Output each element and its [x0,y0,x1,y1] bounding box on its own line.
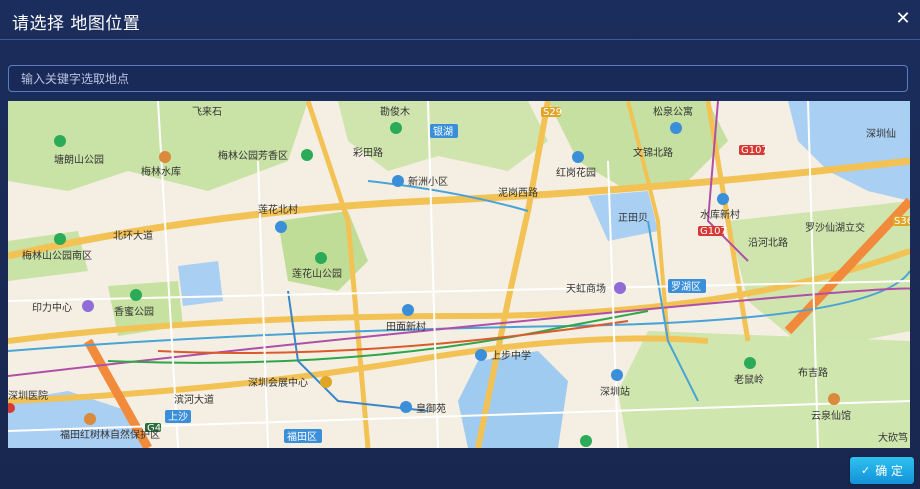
park-icon[interactable] [54,135,66,147]
park-icon[interactable] [315,252,327,264]
map-label: 深圳医院 [8,389,48,402]
map-label: 松泉公寓 [653,105,693,118]
check-icon: ✓ [860,464,871,477]
residence-icon[interactable] [392,175,404,187]
close-icon[interactable]: ✕ [894,10,912,28]
map-label: 泥岗西路 [498,186,538,199]
map-label: G107 [741,145,768,156]
map-label: 罗湖区 [671,281,701,293]
map-label: 北环大道 [113,229,153,242]
shopping-icon[interactable] [614,282,626,294]
map-label: 香蜜公园 [114,305,154,318]
map-label: 飞来石 [192,106,222,118]
dialog-footer [0,448,920,489]
map-label: 田面新村 [386,320,426,333]
map-label: 梅林水库 [141,165,181,178]
residence-icon[interactable] [400,401,412,413]
map-label: 滨河大道 [174,393,214,406]
residence-icon[interactable] [572,151,584,163]
park-icon[interactable] [54,233,66,245]
water-area [178,261,223,306]
map-label: 红岗花园 [556,166,596,179]
map-label: 莲花山公园 [292,267,342,280]
map-label: 水库新村 [700,208,740,221]
map-label: 梅林山公园南区 [22,249,92,262]
map-label: 彩田路 [353,146,383,159]
map-canvas[interactable]: 飞来石 勘俊木 银湖 S29 松泉公寓 深圳仙 塘朗山公园 梅林公园芳香区 彩田… [8,101,910,448]
map-label: 云泉仙馆 [811,409,851,422]
map-label: 莲花北村 [258,203,298,216]
map-label: S29 [543,107,562,118]
dialog-title: 请选择 地图位置 [12,14,141,34]
map-label: 塘朗山公园 [54,153,104,166]
park-icon[interactable] [744,357,756,369]
park-icon[interactable] [580,435,592,447]
dialog-header: 请选择 地图位置 ✕ [0,0,920,40]
shopping-icon[interactable] [82,300,94,312]
map-label: 皇御苑 [416,402,446,415]
map-label: G107 [700,226,727,237]
residence-icon[interactable] [275,221,287,233]
map-label: 沿河北路 [748,236,788,249]
search-field[interactable] [8,65,908,92]
map-label: 上步中学 [491,349,531,362]
park-icon[interactable] [301,149,313,161]
map-svg[interactable]: 飞来石 勘俊木 银湖 S29 松泉公寓 深圳仙 塘朗山公园 梅林公园芳香区 彩田… [8,101,910,448]
park-area [618,331,910,448]
map-label: 老鼠岭 [734,373,764,386]
map-label: 天虹商场 [566,282,606,295]
map-label: 罗沙仙湖立交 [805,221,865,234]
map-label: 新洲小区 [408,175,448,188]
map-label: 银湖 [433,125,453,138]
confirm-button[interactable]: ✓ 确 定 [850,457,914,484]
map-label: 印力中心 [32,301,72,314]
park-icon[interactable] [130,289,142,301]
poi-icon[interactable] [159,151,171,163]
poi-icon[interactable] [320,376,332,388]
map-label: 福田区 [287,430,317,443]
map-label: 深圳会展中心 [248,376,308,389]
map-label: 上沙 [168,411,188,423]
map-label: S36 [894,216,910,227]
search-input[interactable] [9,66,907,91]
residence-icon[interactable] [717,193,729,205]
map-location-dialog: 请选择 地图位置 ✕ 输入关键字选取地点 飞来石 勘俊木 银湖 S29 松泉公寓… [0,0,920,489]
map-label: 梅林公园芳香区 [218,149,288,162]
park-icon[interactable] [390,122,402,134]
map-label: 正田贝 [618,212,648,224]
map-label: 深圳站 [600,385,630,398]
confirm-label: 确 定 [875,464,904,478]
map-label: 布吉路 [798,366,828,379]
map-label: 福田红树林自然保护区 [60,428,160,441]
station-icon[interactable] [611,369,623,381]
map-label: 大砍笃 [878,431,908,444]
residence-icon[interactable] [670,122,682,134]
map-label: 深圳仙 [866,127,896,140]
map-label: 勘俊木 [380,105,410,118]
poi-icon[interactable] [84,413,96,425]
map-label: 文锦北路 [633,146,673,159]
residence-icon[interactable] [402,304,414,316]
poi-icon[interactable] [828,393,840,405]
school-icon[interactable] [475,349,487,361]
